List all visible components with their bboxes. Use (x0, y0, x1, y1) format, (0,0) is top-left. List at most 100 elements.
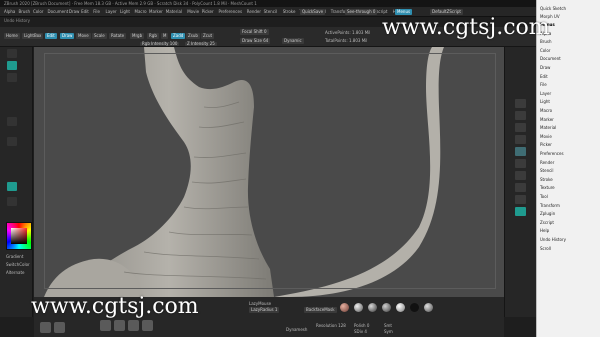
menu-item-color[interactable]: Color (540, 48, 550, 53)
move-button[interactable]: Move (76, 33, 91, 39)
z-intensity-slider[interactable]: Z Intensity 25 (185, 42, 217, 46)
menu-item-light[interactable]: Light (540, 99, 550, 104)
menu-item-material[interactable]: Material (540, 125, 556, 130)
symmetry-icon[interactable] (7, 182, 17, 191)
smt-label[interactable]: Smt (384, 323, 392, 328)
material-5-icon[interactable] (396, 303, 405, 312)
draw-button[interactable]: Draw (60, 33, 75, 39)
persp-icon[interactable] (515, 159, 526, 168)
menu-item-picker[interactable]: Picker (540, 142, 552, 147)
menubar-item-document[interactable]: Document (48, 9, 69, 14)
bottom-tool-3-icon[interactable] (128, 320, 139, 331)
menubar-item-stencil[interactable]: Stencil (264, 9, 278, 14)
dynamic-button[interactable]: Dynamic (282, 38, 304, 44)
brush-icon[interactable] (7, 49, 17, 58)
rgb-intensity-slider[interactable]: Rgb Intensity 100 (140, 42, 180, 46)
color-square[interactable] (11, 228, 27, 244)
lazy-radius-slider[interactable]: LazyRadius 1 (249, 307, 280, 313)
polish-label[interactable]: Polish 0 (354, 323, 369, 328)
menu-item-preferences[interactable]: Preferences (540, 151, 564, 156)
menu-item-help[interactable]: Help (540, 228, 549, 233)
texture-icon[interactable] (7, 117, 17, 126)
floor-icon[interactable] (515, 171, 526, 180)
stroke-icon[interactable] (7, 61, 17, 70)
move-view-icon[interactable] (515, 207, 526, 216)
menubar-item-brush[interactable]: Brush (19, 9, 31, 14)
menubar-item-preferences[interactable]: Preferences (219, 9, 243, 14)
material-7-icon[interactable] (424, 303, 433, 312)
aahalf-icon[interactable] (515, 147, 526, 156)
rotate-button[interactable]: Rotate (109, 33, 127, 39)
menubar-item-alpha[interactable]: Alpha (4, 9, 15, 14)
menu-item-render[interactable]: Render (540, 160, 554, 165)
dynamesh-label[interactable]: Dynamesh (286, 327, 307, 332)
polymesh-tool-icon[interactable] (54, 322, 65, 333)
zoom-icon[interactable] (515, 123, 526, 132)
edit-button[interactable]: Edit (45, 33, 57, 39)
menu-item-texture[interactable]: Texture (540, 185, 555, 190)
menu-item-movie[interactable]: Movie (540, 134, 552, 139)
zcut-button[interactable]: Zcut (201, 33, 215, 39)
gradient-label[interactable]: Gradient (6, 254, 23, 259)
material-icon[interactable] (7, 137, 17, 146)
actual-icon[interactable] (515, 135, 526, 144)
lightbox-button[interactable]: LightBox (22, 33, 44, 39)
menubar-item-marker[interactable]: Marker (149, 9, 163, 14)
mrgb-button[interactable]: Mrgb (130, 33, 145, 39)
sdiv-label[interactable]: SDiv 4 (354, 329, 367, 334)
material-2-icon[interactable] (354, 303, 363, 312)
rgb-button[interactable]: Rgb (147, 33, 159, 39)
menu-item-stencil[interactable]: Stencil (540, 168, 554, 173)
menu-item-zplugin[interactable]: Zplugin (540, 211, 555, 216)
zadd-button[interactable]: Zadd (171, 33, 186, 39)
menu-item-undo-history[interactable]: Undo History (540, 237, 566, 242)
menubar-item-color[interactable]: Color (33, 9, 43, 14)
sphere-tool-icon[interactable] (40, 322, 51, 333)
menubar-item-picker[interactable]: Picker (202, 9, 214, 14)
menubar-item-draw[interactable]: Draw (69, 9, 79, 14)
alpha-icon[interactable] (7, 73, 17, 82)
menu-item-zscript[interactable]: Zscript (540, 220, 554, 225)
menu-item-layer[interactable]: Layer (540, 91, 551, 96)
bottom-tool-4-icon[interactable] (142, 320, 153, 331)
menu-item-file[interactable]: File (540, 82, 547, 87)
scale-button[interactable]: Scale (92, 33, 107, 39)
menubar-item-macro[interactable]: Macro (135, 9, 147, 14)
switch-color-label[interactable]: SwitchColor (6, 262, 30, 267)
menubar-item-layer[interactable]: Layer (106, 9, 117, 14)
draw-size-slider[interactable]: Draw Size 64 (240, 38, 271, 44)
menubar-item-material[interactable]: Material (166, 9, 182, 14)
menubar-item-stroke[interactable]: Stroke (283, 9, 296, 14)
material-6-icon[interactable] (410, 303, 419, 312)
menubar-item-light[interactable]: Light (120, 9, 130, 14)
focal-shift-slider[interactable]: Focal Shift 0 (240, 29, 269, 35)
menubar-item-edit[interactable]: Edit (81, 9, 89, 14)
menu-item-quick-sketch[interactable]: Quick Sketch (540, 6, 566, 11)
alternate-label[interactable]: Alternate (6, 270, 24, 275)
home-button[interactable]: Home (4, 33, 20, 39)
bottom-tool-2-icon[interactable] (114, 320, 125, 331)
menu-item-document[interactable]: Document (540, 56, 561, 61)
menu-item-transform[interactable]: Transform (540, 203, 560, 208)
menubar-item-render[interactable]: Render (247, 9, 261, 14)
bpr-icon[interactable] (515, 99, 526, 108)
local-icon[interactable] (515, 183, 526, 192)
menu-item-scroll[interactable]: Scroll (540, 246, 551, 251)
menubar-item-movie[interactable]: Movie (187, 9, 199, 14)
frame-icon[interactable] (7, 197, 17, 206)
material-3-icon[interactable] (368, 303, 377, 312)
menu-item-draw[interactable]: Draw (540, 65, 550, 70)
m-button[interactable]: M (161, 33, 169, 39)
menu-item-stroke[interactable]: Stroke (540, 177, 553, 182)
menu-item-marker[interactable]: Marker (540, 117, 554, 122)
menu-item-tool[interactable]: Tool (540, 194, 548, 199)
material-4-icon[interactable] (382, 303, 391, 312)
menubar-item-file[interactable]: File (93, 9, 100, 14)
quicksave-button[interactable]: QuickSave (300, 9, 326, 15)
lazy-mouse-label[interactable]: LazyMouse (249, 301, 271, 306)
zsub-button[interactable]: Zsub (186, 33, 200, 39)
menu-item-macro[interactable]: Macro (540, 108, 552, 113)
resolution-label[interactable]: Resolution 128 (316, 323, 346, 328)
bottom-tool-1-icon[interactable] (100, 320, 111, 331)
spix-icon[interactable] (515, 111, 526, 120)
